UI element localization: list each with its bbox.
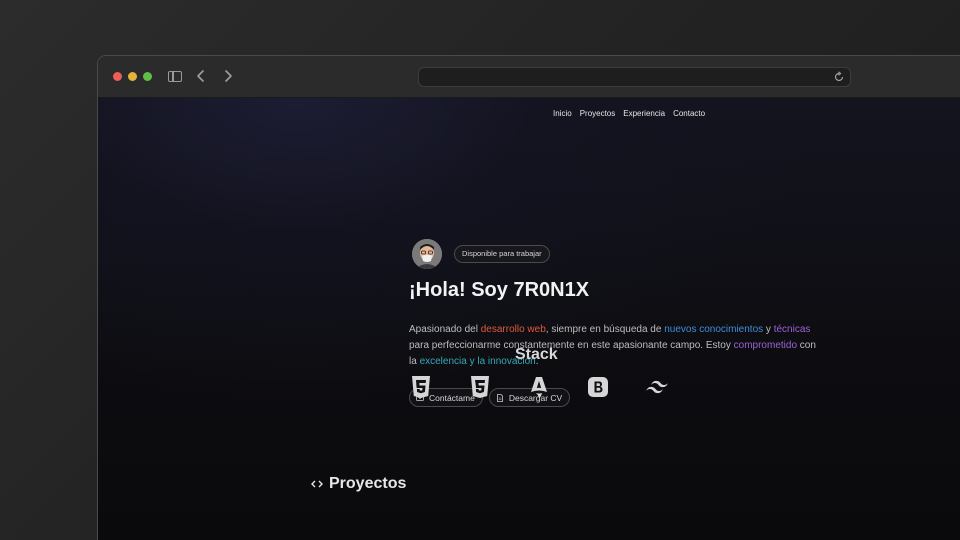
nav-link-inicio[interactable]: Inicio: [553, 109, 572, 118]
availability-badge: Disponible para trabajar: [454, 245, 550, 263]
back-icon[interactable]: [195, 69, 207, 83]
browser-toolbar: [98, 56, 960, 98]
sidebar-toggle-icon[interactable]: [168, 71, 182, 82]
desc-text-2: , siempre en búsqueda de: [545, 324, 665, 335]
desc-text-1: Apasionado del: [409, 324, 481, 335]
code-icon: [311, 480, 323, 488]
stack-title: Stack: [515, 346, 558, 363]
desc-highlight-1: desarrollo web: [480, 324, 546, 335]
projects-title: Proyectos: [329, 475, 407, 492]
page-title: ¡Hola! Soy 7R0N1X: [409, 279, 590, 301]
nav-link-experiencia[interactable]: Experiencia: [623, 109, 665, 118]
astro-icon: [531, 377, 547, 398]
bootstrap-icon: [588, 377, 608, 397]
hero-description: Apasionado del desarrollo web, siempre e…: [409, 322, 819, 370]
html5-icon: [412, 376, 430, 398]
close-window-button[interactable]: [113, 72, 122, 81]
desc-highlight-4: comprometido: [733, 340, 797, 351]
projects-heading: Proyectos: [311, 475, 406, 493]
address-bar[interactable]: [418, 67, 851, 87]
desc-text-4: para perfeccionarme constantemente en es…: [409, 340, 734, 351]
avatar: [412, 239, 442, 269]
tailwind-icon: [646, 380, 668, 394]
page-content: Inicio Proyectos Experiencia Contacto Di…: [98, 98, 960, 540]
maximize-window-button[interactable]: [143, 72, 152, 81]
desc-highlight-2: nuevos conocimientos: [664, 324, 764, 335]
desc-text-3: y: [763, 324, 774, 335]
nav-link-proyectos[interactable]: Proyectos: [580, 109, 616, 118]
minimize-window-button[interactable]: [128, 72, 137, 81]
css3-icon: [471, 376, 489, 398]
top-nav: Inicio Proyectos Experiencia Contacto: [553, 109, 705, 118]
stack-icons: [409, 375, 669, 399]
forward-icon[interactable]: [222, 69, 234, 83]
reload-icon[interactable]: [833, 71, 845, 83]
browser-window: Inicio Proyectos Experiencia Contacto Di…: [97, 55, 960, 540]
desc-highlight-3: técnicas: [773, 324, 811, 335]
nav-link-contacto[interactable]: Contacto: [673, 109, 705, 118]
